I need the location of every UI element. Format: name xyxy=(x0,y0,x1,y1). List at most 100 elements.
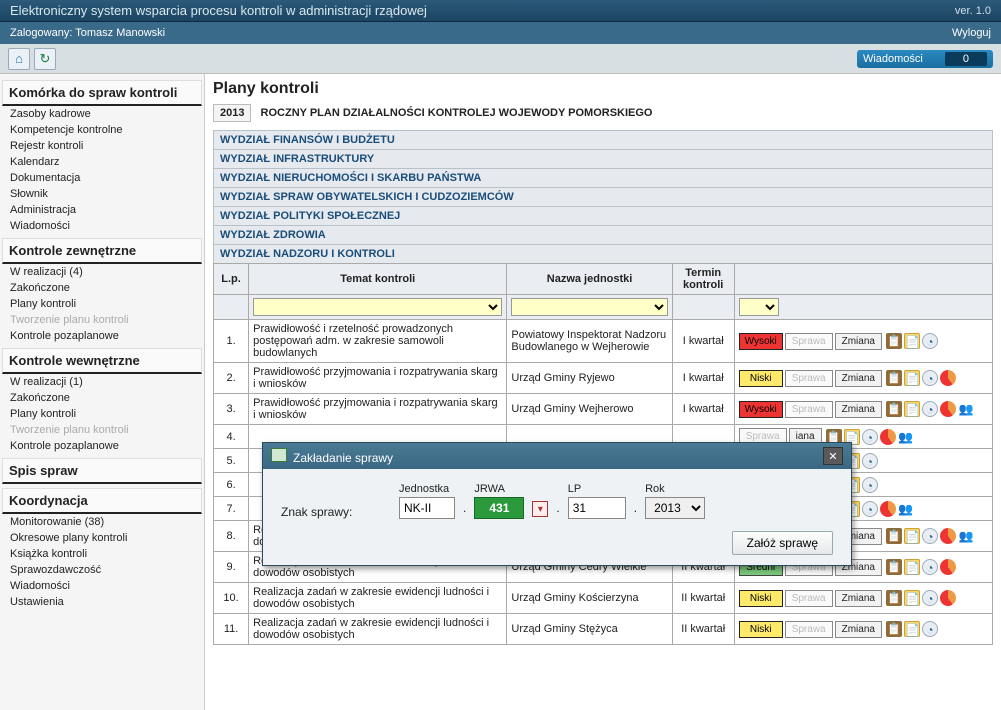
note-icon[interactable]: 📄 xyxy=(904,559,920,575)
department-row[interactable]: WYDZIAŁ NADZORU I KONTROLI xyxy=(213,244,993,263)
pie-icon[interactable] xyxy=(940,401,956,417)
pie-icon[interactable] xyxy=(940,370,956,386)
sidebar-item[interactable]: Wiadomości xyxy=(2,578,202,594)
input-lp[interactable] xyxy=(568,497,626,519)
jrwa-pick-icon[interactable]: ▾ xyxy=(532,501,548,517)
separator-dot: . xyxy=(634,501,637,515)
people-icon[interactable]: 👥 xyxy=(958,401,974,417)
table-row: 10. Realizacja zadań w zakresie ewidencj… xyxy=(214,583,993,614)
note-icon[interactable]: 📄 xyxy=(904,590,920,606)
clock-icon[interactable]: ◔ xyxy=(862,501,878,517)
cell-term: II kwartał xyxy=(672,614,734,645)
sidebar-item[interactable]: Rejestr kontroli xyxy=(2,138,202,154)
department-row[interactable]: WYDZIAŁ NIERUCHOMOŚCI I SKARBU PAŃSTWA xyxy=(213,168,993,187)
sidebar-item[interactable]: Zakończone xyxy=(2,280,202,296)
cell-lp: 3. xyxy=(214,394,249,425)
department-row[interactable]: WYDZIAŁ SPRAW OBYWATELSKICH I CUDZOZIEMC… xyxy=(213,187,993,206)
department-row[interactable]: WYDZIAŁ ZDROWIA xyxy=(213,225,993,244)
close-icon[interactable]: ✕ xyxy=(823,447,843,465)
sidebar-item[interactable]: Kontrole pozaplanowe xyxy=(2,328,202,344)
cell-unit: Urząd Gminy Kościerzyna xyxy=(507,583,672,614)
zmiana-button[interactable]: Zmiana xyxy=(835,401,882,418)
clock-icon[interactable]: ◔ xyxy=(922,370,938,386)
department-row[interactable]: WYDZIAŁ FINANSÓW I BUDŻETU xyxy=(213,130,993,149)
clip-icon[interactable]: 📋 xyxy=(886,370,902,386)
messages-button[interactable]: Wiadomości 0 xyxy=(857,50,993,68)
zmiana-button[interactable]: Zmiana xyxy=(835,621,882,638)
home-icon[interactable]: ⌂ xyxy=(8,48,30,70)
sidebar-item[interactable]: Zakończone xyxy=(2,390,202,406)
clock-icon[interactable]: ◔ xyxy=(922,401,938,417)
clock-icon[interactable]: ◔ xyxy=(862,453,878,469)
sidebar-item[interactable]: Wiadomości xyxy=(2,218,202,234)
logout-link[interactable]: Wyloguj xyxy=(952,27,991,39)
clock-icon[interactable]: ◔ xyxy=(922,590,938,606)
note-icon[interactable]: 📄 xyxy=(904,528,920,544)
department-row[interactable]: WYDZIAŁ INFRASTRUKTURY xyxy=(213,149,993,168)
sidebar-item[interactable]: W realizacji (1) xyxy=(2,374,202,390)
sidebar-group-komorka[interactable]: Komórka do spraw kontroli xyxy=(2,80,202,106)
note-icon[interactable]: 📄 xyxy=(904,333,920,349)
filter-unit[interactable] xyxy=(511,298,667,316)
select-rok[interactable]: 2013 xyxy=(645,497,705,519)
sidebar-item[interactable]: Plany kontroli xyxy=(2,296,202,312)
pie-icon[interactable] xyxy=(940,590,956,606)
note-icon[interactable]: 📄 xyxy=(904,370,920,386)
people-icon[interactable]: 👥 xyxy=(898,429,914,445)
refresh-icon[interactable]: ↻ xyxy=(34,48,56,70)
clip-icon[interactable]: 📋 xyxy=(886,621,902,637)
pie-icon[interactable] xyxy=(940,528,956,544)
cell-actions: WysokiSprawaZmiana📋📄◔👥 xyxy=(734,394,992,425)
sprawa-button: Sprawa xyxy=(785,333,833,350)
sprawa-button: Sprawa xyxy=(785,401,833,418)
zmiana-button[interactable]: Zmiana xyxy=(835,370,882,387)
filter-topic[interactable] xyxy=(253,298,502,316)
pie-icon[interactable] xyxy=(940,559,956,575)
clock-icon[interactable]: ◔ xyxy=(922,333,938,349)
sidebar-item[interactable]: Zasoby kadrowe xyxy=(2,106,202,122)
clip-icon[interactable]: 📋 xyxy=(886,528,902,544)
clock-icon[interactable]: ◔ xyxy=(862,477,878,493)
department-row[interactable]: WYDZIAŁ POLITYKI SPOŁECZNEJ xyxy=(213,206,993,225)
sidebar-group-kontrole-wewnetrzne[interactable]: Kontrole wewnętrzne xyxy=(2,348,202,374)
zmiana-button[interactable]: Zmiana xyxy=(835,590,882,607)
sidebar-item[interactable]: Kontrole pozaplanowe xyxy=(2,438,202,454)
sidebar-item[interactable]: Kalendarz xyxy=(2,154,202,170)
filter-prio[interactable] xyxy=(739,298,779,316)
sidebar-item[interactable]: Dokumentacja xyxy=(2,170,202,186)
sidebar-group-kontrole-zewnetrzne[interactable]: Kontrole zewnętrzne xyxy=(2,238,202,264)
priority-badge: Wysoki xyxy=(739,333,783,350)
sidebar-item[interactable]: Kompetencje kontrolne xyxy=(2,122,202,138)
sidebar-item[interactable]: Słownik xyxy=(2,186,202,202)
sidebar-item[interactable]: Monitorowanie (38) xyxy=(2,514,202,530)
note-icon[interactable]: 📄 xyxy=(904,621,920,637)
zmiana-button[interactable]: Zmiana xyxy=(835,333,882,350)
input-jednostka[interactable] xyxy=(399,497,455,519)
sidebar-item[interactable]: W realizacji (4) xyxy=(2,264,202,280)
clock-icon[interactable]: ◔ xyxy=(922,528,938,544)
clock-icon[interactable]: ◔ xyxy=(862,429,878,445)
clock-icon[interactable]: ◔ xyxy=(922,559,938,575)
clip-icon[interactable]: 📋 xyxy=(886,401,902,417)
sidebar-item[interactable]: Książka kontroli xyxy=(2,546,202,562)
label-znak-sprawy: Znak sprawy: xyxy=(281,505,391,519)
pie-icon[interactable] xyxy=(880,501,896,517)
sidebar-group-spis[interactable]: Spis spraw xyxy=(2,458,202,484)
cell-term: I kwartał xyxy=(672,320,734,363)
clip-icon[interactable]: 📋 xyxy=(886,590,902,606)
clip-icon[interactable]: 📋 xyxy=(886,333,902,349)
people-icon[interactable]: 👥 xyxy=(898,501,914,517)
cell-topic: Prawidłowość przyjmowania i rozpatrywani… xyxy=(249,363,507,394)
submit-button[interactable]: Załóż sprawę xyxy=(732,531,833,555)
clock-icon[interactable]: ◔ xyxy=(922,621,938,637)
pie-icon[interactable] xyxy=(880,429,896,445)
sidebar-item[interactable]: Administracja xyxy=(2,202,202,218)
sidebar-group-koordynacja[interactable]: Koordynacja xyxy=(2,488,202,514)
people-icon[interactable]: 👥 xyxy=(958,528,974,544)
sidebar-item[interactable]: Okresowe plany kontroli xyxy=(2,530,202,546)
sidebar-item[interactable]: Ustawienia xyxy=(2,594,202,610)
sidebar-item[interactable]: Plany kontroli xyxy=(2,406,202,422)
note-icon[interactable]: 📄 xyxy=(904,401,920,417)
sidebar-item[interactable]: Sprawozdawczość xyxy=(2,562,202,578)
clip-icon[interactable]: 📋 xyxy=(886,559,902,575)
